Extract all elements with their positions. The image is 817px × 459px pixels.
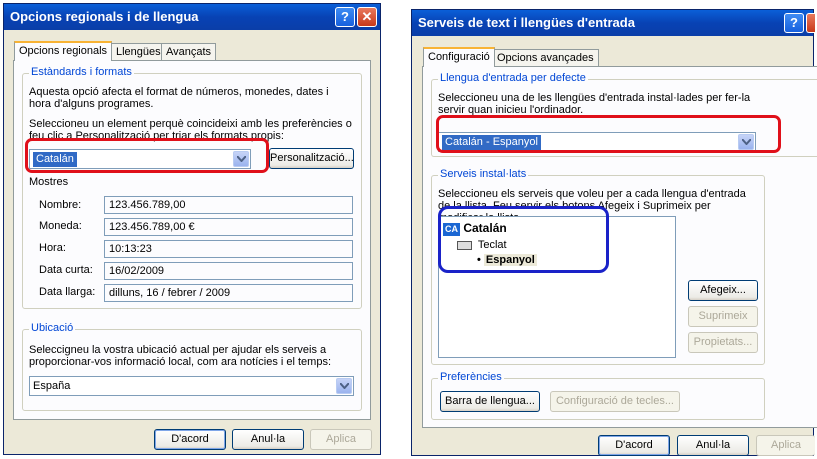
apply-button[interactable]: Aplica [310,429,372,450]
sample-label-long-date: Data llarga: [39,286,96,298]
tab-languages[interactable]: Llengües [111,43,166,61]
standards-group-title: Estàndards i formats [29,66,134,78]
sample-value-short-date: 16/02/2009 [104,262,353,280]
tab-regional-options[interactable]: Opcions regionals [14,41,113,61]
standards-group: Estàndards i formats Aquesta opció afect… [22,66,362,309]
language-bar-button[interactable]: Barra de llengua... [440,391,540,412]
tab-configuration[interactable]: Configuració [423,47,495,67]
close-button[interactable]: ✕ [357,7,377,27]
help-button[interactable]: ? [335,7,355,27]
remove-button[interactable]: Suprimeix [688,306,758,327]
location-dropdown[interactable]: España [29,376,354,396]
cancel-button[interactable]: Anul·la [232,429,304,450]
add-button[interactable]: Afegeix... [688,280,758,301]
properties-button[interactable]: Propietats... [688,332,758,353]
cancel-button[interactable]: Anul·la [677,435,749,456]
sample-label-number: Nombre: [39,199,82,211]
sample-label-currency: Moneda: [39,220,82,232]
customize-button[interactable]: Personalització... [269,148,354,169]
close-button[interactable] [806,13,815,33]
sample-value-time: 10:13:23 [104,240,353,258]
right-dialog-title: Serveis de text i llengües d'entrada [418,15,635,30]
sample-value-currency: 123.456.789,00 € [104,218,353,236]
location-description: Seleccigneu la vostra ubicació actual pe… [29,344,332,368]
left-dialog-title: Opcions regionals i de llengua [10,9,199,24]
ok-button[interactable]: D'acord [598,435,670,456]
format-highlight [25,138,269,173]
sample-value-number: 123.456.789,00 [104,196,353,214]
sample-label-time: Hora: [39,242,66,254]
tab-advanced[interactable]: Avançats [161,43,217,61]
regional-panel: Estàndards i formats Aquesta opció afect… [13,60,371,420]
chevron-down-icon[interactable] [336,378,352,394]
ok-button[interactable]: D'acord [154,429,226,450]
right-titlebar[interactable]: Serveis de text i llengües d'entrada [412,10,813,36]
default-language-highlight [436,115,781,153]
standards-description: Aquesta opció afecta el format de número… [29,86,329,110]
sample-label-short-date: Data curta: [39,264,93,276]
default-language-group-title: Llengua d'entrada per defecte [438,72,588,84]
location-group: Ubicació Seleccigneu la vostra ubicació … [22,322,362,411]
default-language-description: Seleccioneu una de les llengües d'entrad… [438,92,751,116]
samples-label: Mostres [29,176,69,188]
apply-button[interactable]: Aplica [756,435,815,456]
sample-value-long-date: dilluns, 16 / febrer / 2009 [104,284,353,302]
regional-options-dialog: Opcions regionals i de llengua ? ✕ Opcio… [3,3,381,455]
left-titlebar[interactable]: Opcions regionals i de llengua [4,4,380,30]
preferences-group: Preferències Barra de llengua... Configu… [431,371,765,420]
tab-advanced-options[interactable]: Opcions avançades [492,49,599,67]
location-dropdown-value: España [33,380,71,392]
installed-services-group-title: Serveis instal·lats [438,168,529,180]
preferences-group-title: Preferències [438,371,504,383]
help-button[interactable]: ? [784,13,804,33]
services-tree-highlight [438,206,609,273]
key-settings-button[interactable]: Configuració de tecles... [550,391,680,412]
location-group-title: Ubicació [29,322,76,334]
